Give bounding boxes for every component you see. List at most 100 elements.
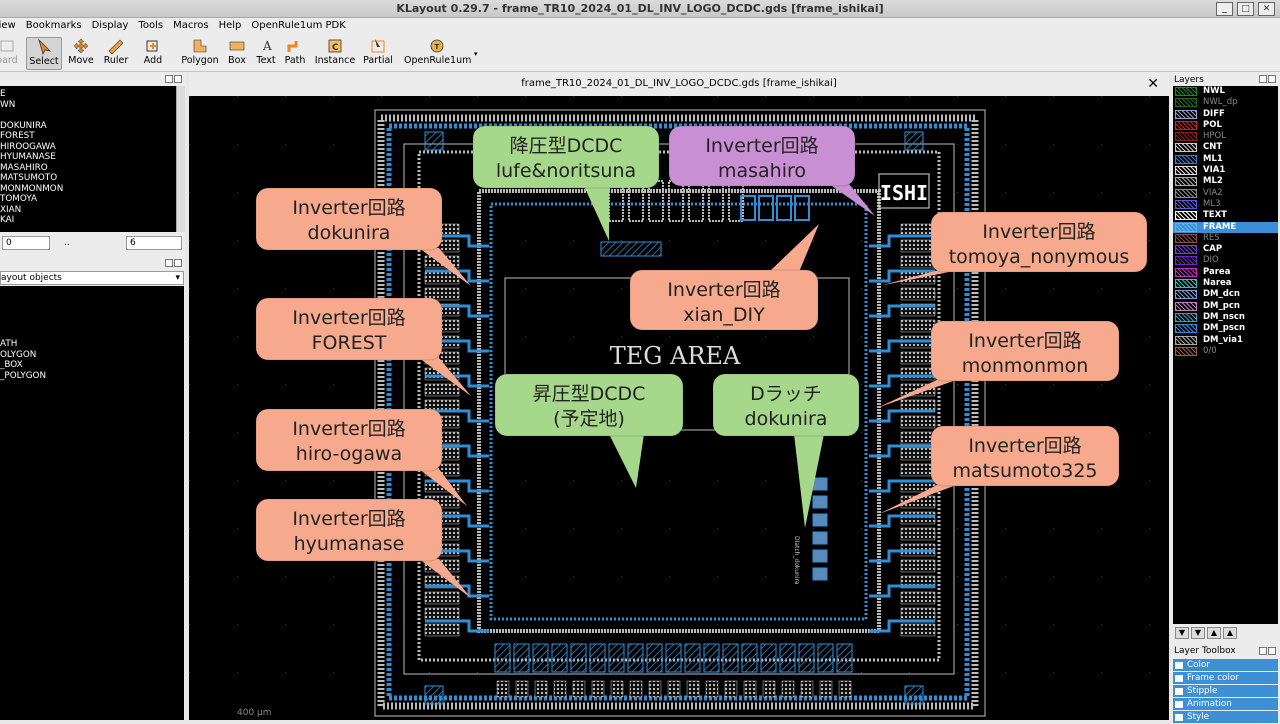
toolbox-dock-buttons[interactable]: [1258, 647, 1278, 656]
add-tool-button[interactable]: Add: [136, 37, 170, 70]
move-tool-button[interactable]: Move: [66, 37, 96, 70]
move-up-top-icon[interactable]: ▲: [1223, 627, 1237, 639]
callout-line1: Inverter回路: [705, 135, 818, 157]
partial-icon: [371, 39, 385, 53]
hier-to-spinbox[interactable]: 6: [126, 236, 182, 250]
cell-item[interactable]: MONMONMON: [0, 184, 176, 195]
toolbox-item[interactable]: Stipple: [1173, 685, 1278, 698]
path-tool-button[interactable]: Path: [282, 37, 308, 70]
toolbox-item[interactable]: Frame color: [1173, 672, 1278, 685]
cell-item[interactable]: HIROOGAWA: [0, 142, 176, 153]
callout-line2: masahiro: [718, 160, 806, 182]
board-tool-button[interactable]: oard: [0, 37, 18, 70]
toolbox-item[interactable]: Color: [1173, 659, 1278, 672]
select-tool-button[interactable]: Select: [26, 37, 62, 70]
cell-item[interactable]: E: [0, 89, 176, 100]
layer-item[interactable]: ML1: [1173, 154, 1278, 165]
cell-item[interactable]: MASAHIRO: [0, 163, 176, 174]
layer-item[interactable]: VIA2: [1173, 188, 1278, 199]
object-item[interactable]: _BOX: [0, 360, 184, 371]
layers-dock-buttons[interactable]: [1258, 75, 1278, 84]
move-down-bottom-icon[interactable]: ▼: [1191, 627, 1205, 639]
layer-item[interactable]: DIFF: [1173, 109, 1278, 120]
toolbox-item[interactable]: Style: [1173, 711, 1278, 724]
layer-item[interactable]: DM_dcn: [1173, 289, 1278, 300]
menu-bookmarks[interactable]: Bookmarks: [21, 18, 87, 34]
toolbox-item[interactable]: Animation: [1173, 698, 1278, 711]
io-pad-cell: [900, 607, 936, 621]
openrule-tool-button[interactable]: T OpenRule1um: [404, 37, 471, 70]
object-item[interactable]: ATH: [0, 339, 184, 350]
text-tool-button[interactable]: A Text: [254, 37, 278, 70]
layer-item[interactable]: FRAME: [1173, 221, 1278, 233]
layer-list[interactable]: NWL NWL_dp DIFF POL HPOL CNT ML1 VIA1 ML2 VIA2 ML3…: [1173, 86, 1278, 624]
layer-item[interactable]: ML3: [1173, 199, 1278, 210]
ishi-logo: ISHI: [880, 181, 928, 205]
chevron-down-icon[interactable]: ▾: [474, 50, 478, 58]
cell-item[interactable]: FOREST: [0, 131, 176, 142]
menu-macros[interactable]: Macros: [168, 18, 213, 34]
objects-dock-buttons[interactable]: [164, 259, 184, 268]
io-pad-cell: [900, 351, 936, 365]
close-window-icon[interactable]: ✕: [1258, 2, 1275, 16]
partial-tool-button[interactable]: Partial: [362, 37, 394, 70]
menu-openrule[interactable]: OpenRule1um PDK: [246, 18, 350, 34]
layer-item[interactable]: DM_pcn: [1173, 301, 1278, 312]
instance-tool-button[interactable]: C Instance: [314, 37, 356, 70]
move-up-icon[interactable]: ▲: [1207, 627, 1221, 639]
layer-item[interactable]: DIO: [1173, 255, 1278, 266]
cell-list[interactable]: E WN DOKUNIRA FOREST HIROOGAWA HYUMANASE MASAH…: [0, 86, 176, 232]
cell-item[interactable]: XIAN: [0, 205, 176, 216]
cell-item[interactable]: DOKUNIRA: [0, 121, 176, 132]
cell-item[interactable]: WN: [0, 100, 176, 111]
menu-help[interactable]: Help: [214, 18, 247, 34]
object-item[interactable]: _POLYGON: [0, 371, 184, 382]
layer-item[interactable]: ML2: [1173, 176, 1278, 187]
hier-from-spinbox[interactable]: 0: [2, 236, 50, 250]
layer-item[interactable]: TEXT: [1173, 210, 1278, 221]
io-pad-cell: [424, 271, 460, 285]
layer-item[interactable]: NWL_dp: [1173, 97, 1278, 108]
bottom-pad-via: [496, 680, 510, 698]
bottom-pad: [589, 643, 606, 673]
cells-dock-buttons[interactable]: [164, 75, 184, 84]
menu-tools[interactable]: Tools: [133, 18, 168, 34]
layout-canvas[interactable]: TEG AREA Dlatch_dokunira ISHI 降圧型DCDC lufe…: [189, 96, 1169, 720]
object-list[interactable]: ATH OLYGON _BOX _POLYGON: [0, 286, 184, 720]
cell-item[interactable]: HYUMANASE: [0, 152, 176, 163]
layer-item[interactable]: DM_nscn: [1173, 312, 1278, 323]
move-icon: [73, 38, 89, 54]
minimize-icon[interactable]: _: [1216, 2, 1233, 16]
layer-item[interactable]: Narea: [1173, 278, 1278, 289]
box-tool-button[interactable]: Box: [224, 37, 250, 70]
ruler-tool-button[interactable]: Ruler: [100, 37, 132, 70]
layer-item[interactable]: VIA1: [1173, 165, 1278, 176]
layer-item[interactable]: POL: [1173, 120, 1278, 131]
cell-item[interactable]: MATSUMOTO: [0, 173, 176, 184]
cell-list-scrollbar[interactable]: [176, 86, 185, 232]
menu-display[interactable]: Display: [87, 18, 134, 34]
layer-item[interactable]: CAP: [1173, 244, 1278, 255]
layout-objects-combo[interactable]: ayout objects ▾: [0, 271, 184, 285]
move-down-icon[interactable]: ▼: [1175, 627, 1189, 639]
close-tab-icon[interactable]: ✕: [1147, 72, 1159, 96]
layer-item[interactable]: Parea: [1173, 267, 1278, 278]
layer-item[interactable]: 0/0: [1173, 346, 1278, 357]
layer-item[interactable]: HPOL: [1173, 131, 1278, 142]
layer-item[interactable]: DM_via1: [1173, 335, 1278, 346]
cell-item[interactable]: [0, 110, 176, 121]
callout-line1: 昇圧型DCDC: [533, 383, 646, 405]
maximize-icon[interactable]: □: [1237, 2, 1254, 16]
bottom-pad-via: [705, 680, 719, 698]
polygon-tool-button[interactable]: Polygon: [180, 37, 220, 70]
menu-view[interactable]: View: [0, 18, 21, 34]
layer-item[interactable]: DM_pscn: [1173, 323, 1278, 334]
bottom-pad: [608, 643, 625, 673]
layer-item[interactable]: NWL: [1173, 86, 1278, 97]
layer-item[interactable]: CNT: [1173, 142, 1278, 153]
cell-item[interactable]: TOMOYA: [0, 194, 176, 205]
object-item[interactable]: OLYGON: [0, 350, 184, 361]
cell-item[interactable]: KAI: [0, 215, 176, 226]
document-tab[interactable]: frame_TR10_2024_01_DL_INV_LOGO_DCDC.gds …: [189, 72, 1169, 96]
layer-item[interactable]: RES: [1173, 233, 1278, 244]
